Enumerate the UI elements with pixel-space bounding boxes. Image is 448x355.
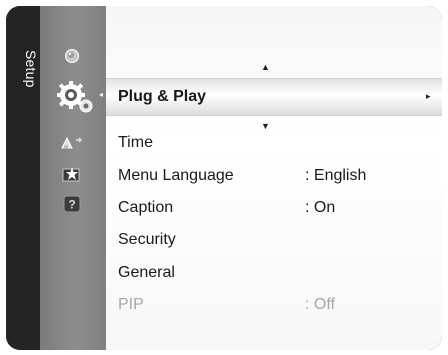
application-icon[interactable] — [62, 166, 82, 184]
menu-item-general[interactable]: General — [118, 262, 175, 284]
scroll-down-arrow[interactable]: ▼ — [261, 122, 270, 131]
setup-menu-frame: Setup ? ◂ ▲ Plug & Play ▸ ▼ Time Menu La… — [6, 6, 442, 350]
highlighted-menu-item[interactable]: Plug & Play ▸ — [106, 78, 442, 116]
svg-text:?: ? — [68, 198, 75, 212]
menu-language-value: : English — [305, 167, 367, 184]
menu-title: Setup — [23, 50, 39, 88]
menu-item-security[interactable]: Security — [118, 229, 176, 251]
menu-item-time[interactable]: Time — [118, 132, 153, 154]
setup-gear-icon[interactable] — [54, 78, 98, 118]
caption-value: : On — [305, 199, 336, 216]
support-help-icon[interactable]: ? — [63, 195, 81, 213]
title-bar: Setup — [6, 6, 40, 350]
plug-and-play-label: Plug & Play — [118, 88, 207, 105]
submenu-arrow-icon: ▸ — [426, 91, 431, 101]
pip-value: : Off — [305, 296, 335, 313]
input-icon[interactable] — [60, 134, 86, 152]
category-icon-column: ? ◂ — [40, 6, 106, 350]
menu-item-menu-language[interactable]: Menu Language — [118, 165, 234, 187]
menu-item-caption[interactable]: Caption — [118, 197, 173, 219]
picture-icon[interactable] — [64, 48, 80, 64]
scroll-up-arrow[interactable]: ▲ — [261, 63, 270, 72]
menu-panel: ▲ Plug & Play ▸ ▼ Time Menu Language : E… — [106, 6, 442, 350]
active-category-pointer: ◂ — [99, 90, 104, 99]
menu-item-pip: PIP — [118, 296, 144, 313]
